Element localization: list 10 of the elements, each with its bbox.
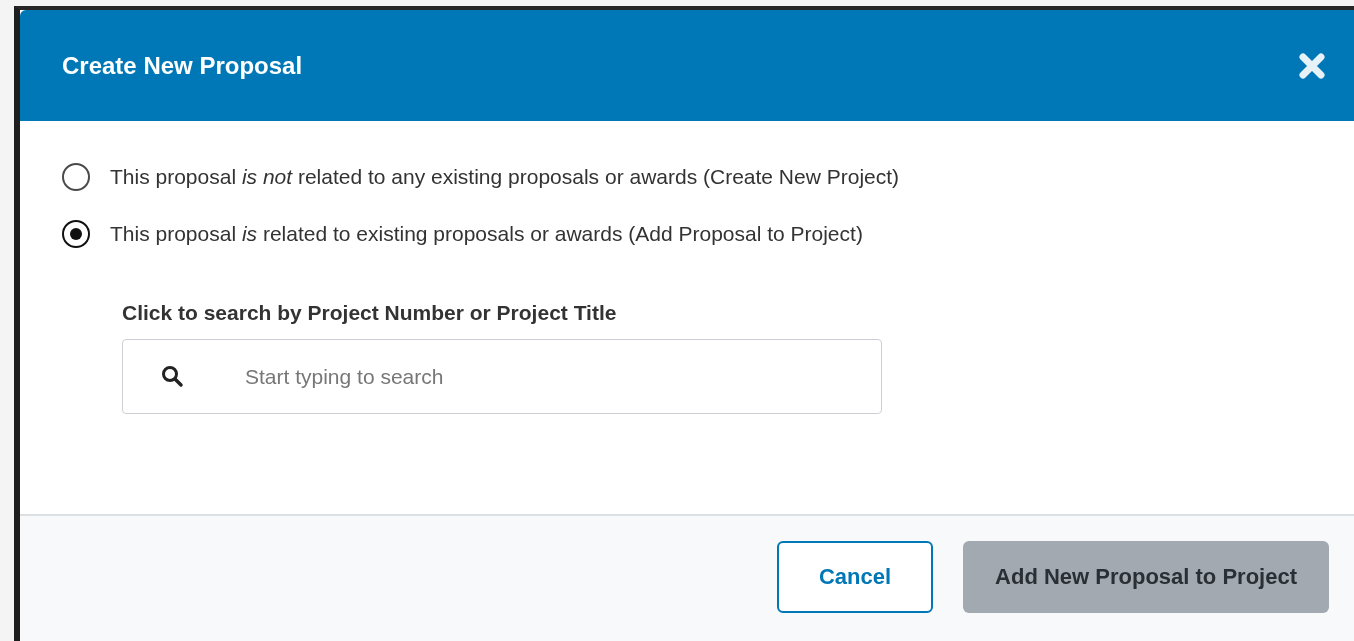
option-label[interactable]: This proposal is not related to any existing proposals or awards (Create New Project)	[110, 165, 900, 189]
search-field[interactable]: Start typing to search	[122, 339, 882, 414]
radio-button[interactable]	[62, 220, 90, 248]
close-button[interactable]	[1298, 51, 1326, 80]
dialog-title: Create New Proposal	[62, 51, 303, 80]
option-label[interactable]: This proposal is related to existing proposals or awards (Add Proposal to Project)	[110, 222, 863, 246]
cancel-button[interactable]: Cancel	[777, 540, 934, 613]
search-label: Click to search by Project Number or Project Title	[122, 301, 618, 325]
close-icon	[1298, 51, 1326, 80]
radio-button[interactable]	[62, 163, 90, 191]
